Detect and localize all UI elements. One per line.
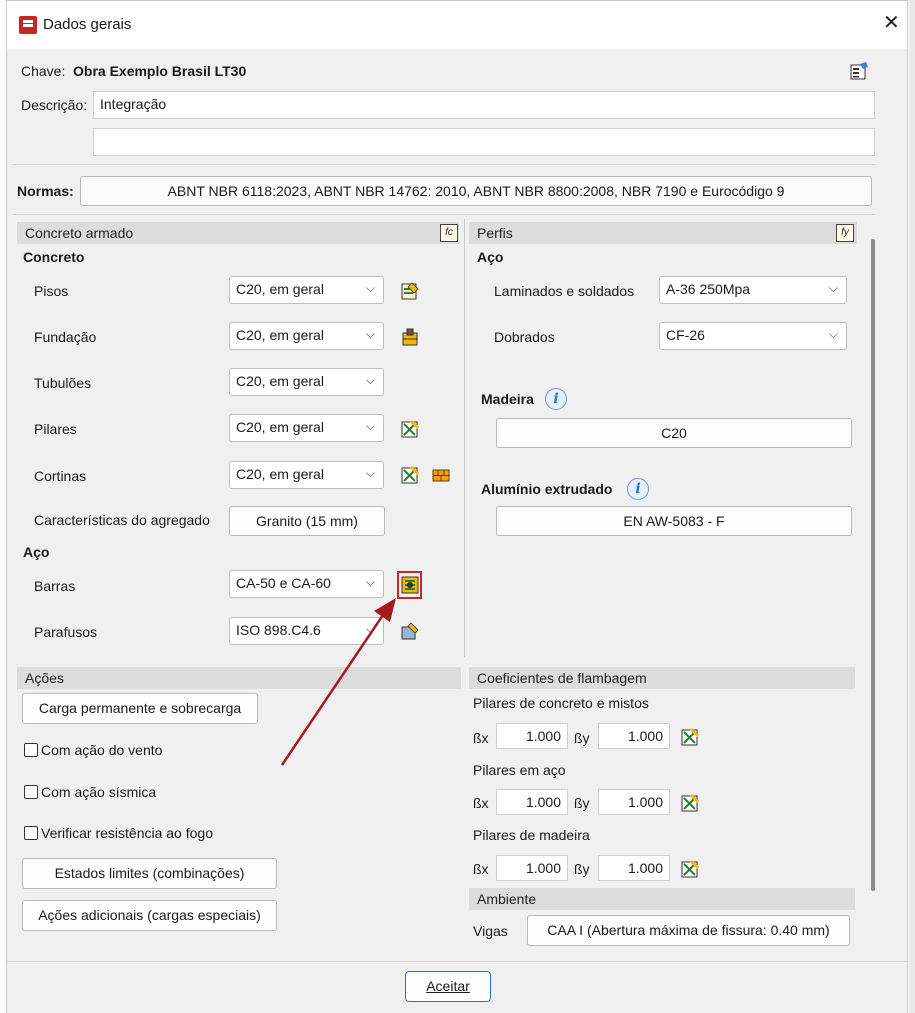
annotation-arrow: [280, 598, 396, 766]
